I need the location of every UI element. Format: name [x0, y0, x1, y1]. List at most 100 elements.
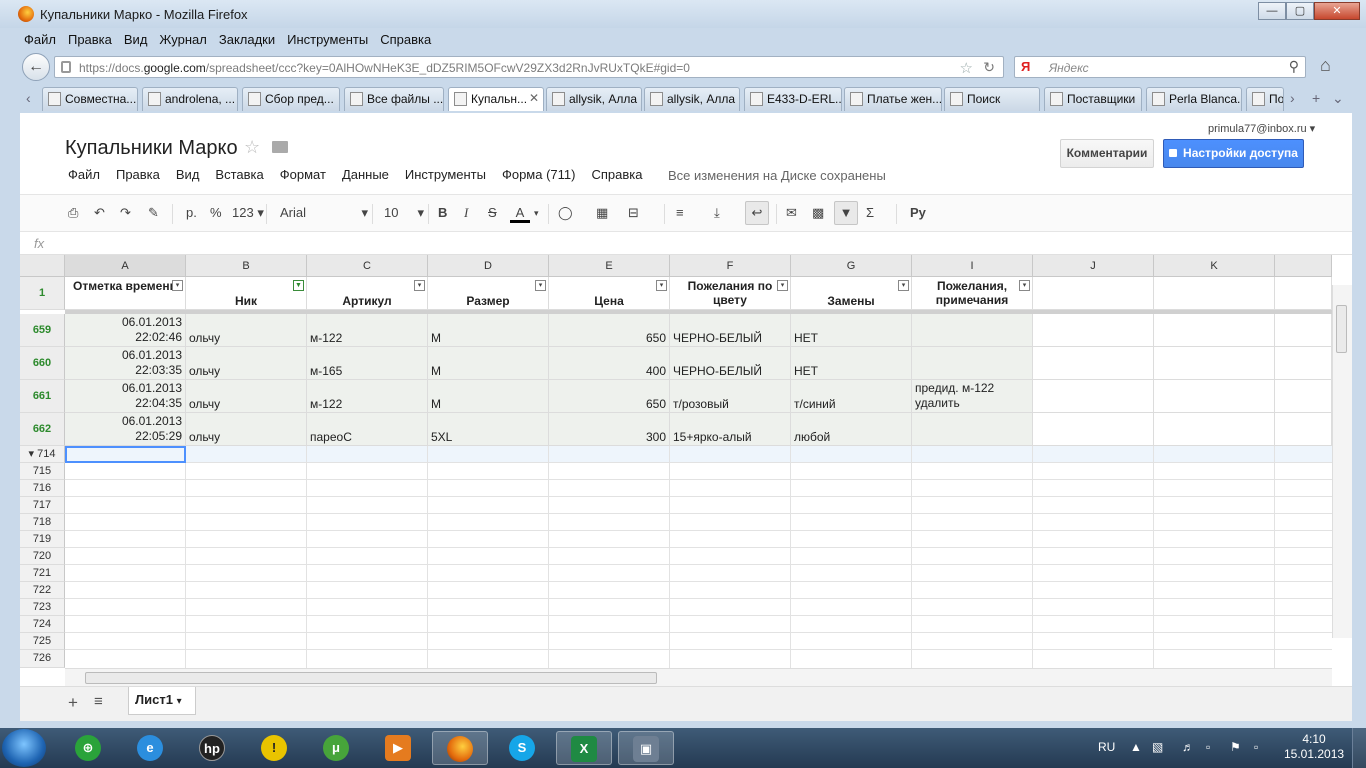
select-all-corner[interactable] [20, 255, 65, 277]
menu-help[interactable]: Справка [374, 29, 437, 49]
column-header-b[interactable]: B [186, 255, 307, 277]
sheets-menu-form[interactable]: Форма (711) [494, 167, 584, 187]
active-cell-a714[interactable] [65, 446, 186, 463]
cell-replacement[interactable]: любой [791, 413, 912, 446]
cell-color[interactable]: ЧЕРНО-БЕЛЫЙ [670, 314, 791, 347]
header-cell-notes[interactable]: Пожелания, примечания ▾ [912, 277, 1033, 310]
cell-size[interactable]: M [428, 314, 549, 347]
row-header-714[interactable]: ▾ 714 [20, 446, 65, 463]
filter-dropdown-icon[interactable]: ▾ [414, 280, 425, 291]
row-header[interactable]: 725 [20, 633, 65, 650]
security-shield-icon[interactable]: ! [246, 731, 302, 765]
row-header-661[interactable]: 661 [20, 380, 65, 413]
cell-price[interactable]: 650 [549, 314, 670, 347]
tab[interactable]: Поиск [944, 87, 1040, 111]
formula-bar[interactable]: fx [20, 233, 1352, 255]
cell-empty[interactable] [1154, 314, 1275, 347]
tab[interactable]: Платье жен... [844, 87, 942, 111]
sheets-menu-tools[interactable]: Инструменты [397, 167, 494, 187]
minimize-button[interactable]: — [1258, 2, 1286, 20]
tab[interactable]: По [1246, 87, 1284, 111]
yandex-logo-icon[interactable]: Я [1021, 59, 1030, 74]
share-button[interactable]: Настройки доступа [1163, 139, 1304, 168]
tab-scroll-left-icon[interactable]: ‹ [26, 90, 31, 106]
row-header[interactable]: 718 [20, 514, 65, 531]
cell-color[interactable]: 15+ярко-алый [670, 413, 791, 446]
filter-dropdown-icon[interactable]: ▾ [898, 280, 909, 291]
tab[interactable]: Совместна... [42, 87, 138, 111]
font-dropdown[interactable]: Arial ▾ [280, 205, 368, 220]
cell-price[interactable]: 300 [549, 413, 670, 446]
bold-button[interactable]: B [438, 205, 447, 220]
horizontal-scroll-thumb[interactable] [85, 672, 657, 684]
cell-timestamp[interactable]: 06.01.2013 22:02:46 [65, 314, 186, 347]
cell-nick[interactable]: ольчу [186, 314, 307, 347]
filter-dropdown-icon[interactable]: ▾ [535, 280, 546, 291]
comments-button[interactable]: Комментарии [1060, 139, 1154, 168]
reload-icon[interactable]: ↻ [983, 59, 995, 76]
cell-nick[interactable]: ольчу [186, 413, 307, 446]
cell-replacement[interactable]: т/синий [791, 380, 912, 413]
insert-chart-icon[interactable]: ▩ [812, 205, 824, 221]
star-icon[interactable]: ☆ [244, 137, 260, 158]
tab[interactable]: Все файлы ... [344, 87, 444, 111]
show-desktop-button[interactable] [1352, 728, 1366, 768]
close-tab-icon[interactable]: ✕ [529, 91, 539, 105]
folder-icon[interactable] [272, 141, 288, 153]
borders-icon[interactable]: ▦ [596, 205, 608, 221]
cell-timestamp[interactable]: 06.01.2013 22:05:29 [65, 413, 186, 446]
percent-format-button[interactable]: % [210, 205, 222, 220]
cell-article[interactable]: м-122 [307, 380, 428, 413]
merge-cells-icon[interactable]: ⊟ [628, 205, 639, 221]
column-header-g[interactable]: G [791, 255, 912, 277]
currency-format-button[interactable]: р. [186, 205, 197, 220]
paint-format-icon[interactable]: ✎ [148, 205, 159, 221]
row-header[interactable]: 721 [20, 565, 65, 582]
filter-active-icon[interactable]: ▼ [293, 280, 304, 291]
column-header-i[interactable]: I [912, 255, 1033, 277]
font-size-dropdown[interactable]: 10 ▾ [384, 205, 424, 220]
menu-history[interactable]: Журнал [153, 29, 212, 49]
row-header-660[interactable]: 660 [20, 347, 65, 380]
tray-app-icon[interactable]: ⚑ [1230, 740, 1241, 754]
column-header-e[interactable]: E [549, 255, 670, 277]
cell-size[interactable]: 5XL [428, 413, 549, 446]
menu-view[interactable]: Вид [118, 29, 154, 49]
column-header-c[interactable]: C [307, 255, 428, 277]
cell-replacement[interactable]: НЕТ [791, 314, 912, 347]
cell-nick[interactable]: ольчу [186, 347, 307, 380]
row-header[interactable]: 715 [20, 463, 65, 480]
fill-color-icon[interactable]: ◯ [558, 205, 573, 221]
cell-note[interactable] [912, 413, 1033, 446]
align-left-icon[interactable]: ≡ [676, 205, 684, 220]
cell-timestamp[interactable]: 06.01.2013 22:04:35 [65, 380, 186, 413]
row-header[interactable]: 726 [20, 650, 65, 668]
search-bar[interactable]: Я Яндекс ⚲ [1014, 56, 1306, 78]
number-format-dropdown[interactable]: 123 ▾ [232, 205, 264, 221]
tab-list-icon[interactable]: ⌄ [1332, 90, 1344, 107]
row-header[interactable]: 724 [20, 616, 65, 633]
cell-note[interactable] [912, 314, 1033, 347]
url-bar[interactable]: https://docs.google.com/spreadsheet/ccc?… [54, 56, 1004, 78]
cell-empty[interactable] [1275, 347, 1332, 380]
skype-icon[interactable]: S [494, 731, 550, 765]
cell-empty[interactable] [1154, 413, 1275, 446]
horizontal-scrollbar[interactable] [65, 668, 1332, 686]
insert-comment-icon[interactable]: ✉ [786, 205, 797, 221]
header-cell-replacements[interactable]: Замены ▾ [791, 277, 912, 310]
cell-empty[interactable] [1275, 314, 1332, 347]
print-icon[interactable]: ⎙ [68, 205, 78, 221]
row-header[interactable]: 719 [20, 531, 65, 548]
row-header-662[interactable]: 662 [20, 413, 65, 446]
tab-active[interactable]: Купальн... ✕ [448, 87, 544, 111]
screenshot-tool-icon[interactable]: ▣ [618, 731, 674, 765]
language-indicator[interactable]: RU [1098, 740, 1115, 754]
tab-scroll-right-icon[interactable]: › [1290, 90, 1295, 106]
row-header[interactable]: 722 [20, 582, 65, 599]
header-cell-timestamp[interactable]: Отметка времени ▾ [65, 277, 186, 310]
user-email[interactable]: primula77@inbox.ru ▾ [1208, 122, 1315, 135]
cell-replacement[interactable]: НЕТ [791, 347, 912, 380]
text-color-dropdown-icon[interactable]: ▾ [534, 208, 539, 219]
header-cell-color-wishes[interactable]: Пожелания по цвету ▾ [670, 277, 791, 310]
header-cell-empty[interactable] [1033, 277, 1154, 310]
